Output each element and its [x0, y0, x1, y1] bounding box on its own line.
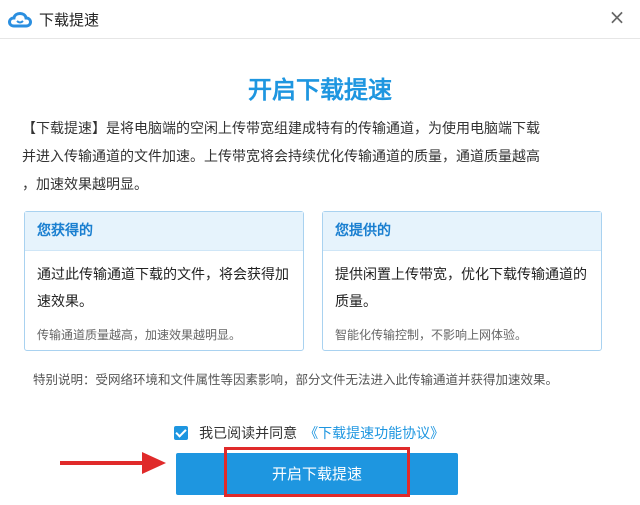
agree-text: 我已阅读并同意	[199, 425, 298, 442]
intro-line-2: 并进入传输通道的文件加速。上传带宽将会持续优化传输通道的质量，通道质量越高	[22, 149, 540, 165]
intro-text: 【下载提速】是将电脑端的空闲上传带宽组建成特有的传输通道，为使用电脑端下载 并进…	[22, 115, 618, 199]
cloud-logo-icon	[8, 12, 32, 28]
red-highlight-box	[224, 447, 410, 497]
page-heading: 开启下载提速	[248, 76, 392, 104]
card-title-get: 您获得的	[25, 212, 303, 251]
card-note-give: 智能化传输控制，不影响上网体验。	[335, 328, 528, 342]
agreement-row: 我已阅读并同意 《下载提速功能协议》	[174, 422, 444, 442]
special-note: 特别说明：受网络环境和文件属性等因素影响，部分文件无法进入此传输通道并获得加速效…	[33, 372, 559, 387]
card-note-get: 传输通道质量越高，加速效果越明显。	[37, 328, 242, 342]
card-body-give: 提供闲置上传带宽，优化下载传输通道的质量。	[335, 267, 587, 310]
red-arrow-annotation	[60, 452, 166, 474]
card-title-give: 您提供的	[323, 212, 601, 251]
agree-checkbox[interactable]	[174, 425, 188, 440]
close-button[interactable]: ×	[604, 4, 630, 30]
window-title: 下载提速	[39, 11, 100, 29]
title-bar: 下载提速 ×	[0, 0, 640, 39]
close-icon: ×	[608, 5, 626, 29]
agreement-link[interactable]: 《下载提速功能协议》	[304, 426, 444, 442]
card-body-get: 通过此传输通道下载的文件，将会获得加速效果。	[37, 267, 289, 310]
intro-line-3: ，加速效果越明显。	[22, 177, 148, 193]
intro-line-1: 【下载提速】是将电脑端的空闲上传带宽组建成特有的传输通道，为使用电脑端下载	[22, 121, 540, 137]
benefit-card-get: 您获得的 通过此传输通道下载的文件，将会获得加速效果。 传输通道质量越高，加速效…	[24, 211, 304, 351]
benefit-card-give: 您提供的 提供闲置上传带宽，优化下载传输通道的质量。 智能化传输控制，不影响上网…	[322, 211, 602, 351]
